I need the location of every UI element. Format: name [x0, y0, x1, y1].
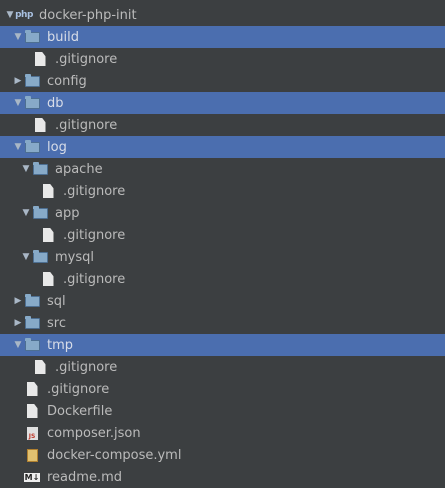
folder-icon	[24, 29, 40, 44]
tree-item-label: tmp	[47, 337, 74, 353]
file-icon	[40, 228, 56, 242]
folder-icon	[24, 293, 40, 308]
expand-arrow-icon[interactable]: ▼	[12, 32, 24, 42]
tree-item-label: .gitignore	[55, 117, 118, 133]
tree-file[interactable]: .gitignore	[0, 48, 445, 70]
folder-icon	[24, 95, 40, 110]
folder-icon	[32, 249, 48, 264]
tree-file[interactable]: M↓ readme.md	[0, 466, 445, 488]
folder-icon	[24, 337, 40, 352]
tree-item-label: .gitignore	[63, 271, 126, 287]
project-tree: ▼ php docker-php-init ▼ build .gitignore ▶ conf…	[0, 0, 445, 488]
tree-item-label: docker-php-init	[39, 7, 137, 23]
tree-item-label: sql	[47, 293, 66, 309]
tree-folder-config[interactable]: ▶ config	[0, 70, 445, 92]
collapse-arrow-icon[interactable]: ▶	[12, 318, 24, 328]
tree-item-label: config	[47, 73, 87, 89]
tree-item-label: .gitignore	[55, 359, 118, 375]
file-icon	[40, 184, 56, 198]
tree-folder-db[interactable]: ▼ db	[0, 92, 445, 114]
tree-folder-sql[interactable]: ▶ sql	[0, 290, 445, 312]
tree-item-label: .gitignore	[63, 227, 126, 243]
expand-arrow-icon[interactable]: ▼	[20, 208, 32, 218]
folder-icon	[32, 161, 48, 176]
tree-file[interactable]: .gitignore	[0, 114, 445, 136]
folder-icon	[24, 139, 40, 154]
tree-folder-build[interactable]: ▼ build	[0, 26, 445, 48]
tree-folder-apache[interactable]: ▼ apache	[0, 158, 445, 180]
collapse-arrow-icon[interactable]: ▶	[12, 296, 24, 306]
file-icon	[32, 52, 48, 66]
tree-item-label: docker-compose.yml	[47, 447, 182, 463]
collapse-arrow-icon[interactable]: ▶	[12, 76, 24, 86]
tree-item-label: composer.json	[47, 425, 141, 441]
tree-item-label: build	[47, 29, 79, 45]
file-icon	[24, 404, 40, 418]
tree-folder-log[interactable]: ▼ log	[0, 136, 445, 158]
tree-file[interactable]: JS composer.json	[0, 422, 445, 444]
tree-item-label: readme.md	[47, 469, 122, 485]
expand-arrow-icon[interactable]: ▼	[12, 98, 24, 108]
tree-file[interactable]: .gitignore	[0, 180, 445, 202]
yml-file-icon	[24, 448, 40, 462]
json-file-icon: JS	[24, 426, 40, 440]
tree-item-label: .gitignore	[47, 381, 110, 397]
tree-item-label: src	[47, 315, 66, 331]
tree-file[interactable]: .gitignore	[0, 224, 445, 246]
tree-file[interactable]: .gitignore	[0, 268, 445, 290]
tree-item-label: log	[47, 139, 67, 155]
tree-item-label: .gitignore	[55, 51, 118, 67]
tree-file[interactable]: docker-compose.yml	[0, 444, 445, 466]
file-icon	[32, 360, 48, 374]
tree-file[interactable]: Dockerfile	[0, 400, 445, 422]
expand-arrow-icon[interactable]: ▼	[12, 142, 24, 152]
tree-item-label: Dockerfile	[47, 403, 113, 419]
file-icon	[40, 272, 56, 286]
tree-folder-docker-php-init[interactable]: ▼ php docker-php-init	[0, 4, 445, 26]
folder-icon	[24, 73, 40, 88]
tree-file[interactable]: .gitignore	[0, 378, 445, 400]
tree-item-label: apache	[55, 161, 103, 177]
tree-item-label: db	[47, 95, 64, 111]
markdown-icon: M↓	[23, 472, 41, 482]
file-icon	[24, 382, 40, 396]
expand-arrow-icon[interactable]: ▼	[20, 164, 32, 174]
folder-icon	[24, 315, 40, 330]
file-icon	[32, 118, 48, 132]
tree-folder-mysql[interactable]: ▼ mysql	[0, 246, 445, 268]
php-icon: php	[15, 10, 33, 20]
tree-item-label: mysql	[55, 249, 94, 265]
tree-folder-tmp[interactable]: ▼ tmp	[0, 334, 445, 356]
tree-item-label: .gitignore	[63, 183, 126, 199]
folder-icon	[32, 205, 48, 220]
expand-arrow-icon[interactable]: ▼	[20, 252, 32, 262]
expand-arrow-icon[interactable]: ▼	[12, 340, 24, 350]
tree-item-label: app	[55, 205, 80, 221]
tree-folder-app[interactable]: ▼ app	[0, 202, 445, 224]
tree-folder-src[interactable]: ▶ src	[0, 312, 445, 334]
tree-file[interactable]: .gitignore	[0, 356, 445, 378]
